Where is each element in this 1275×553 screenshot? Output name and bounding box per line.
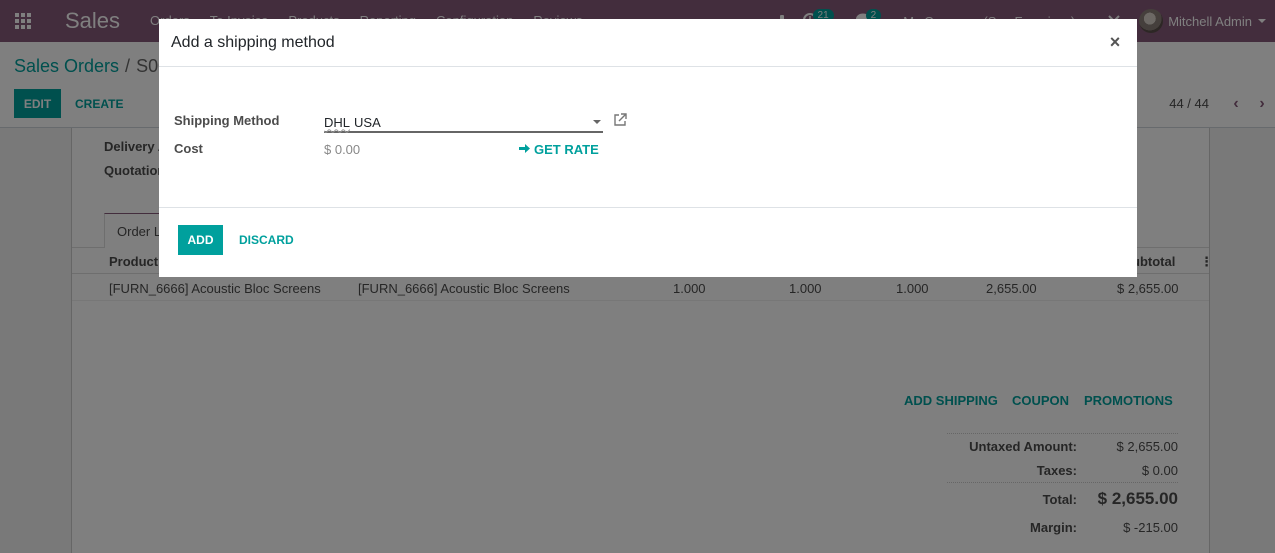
shipping-method-value-region: USA: [354, 114, 381, 130]
modal-title: Add a shipping method: [171, 33, 335, 51]
dropdown-caret-icon[interactable]: [593, 120, 601, 124]
close-icon[interactable]: ×: [1105, 32, 1125, 53]
modal-footer: ADD DISCARD: [159, 208, 1137, 276]
shipping-method-dialog: Add a shipping method × Shipping Method …: [159, 19, 1137, 277]
add-button[interactable]: ADD: [178, 225, 223, 255]
cost-value: $ 0.00: [324, 142, 361, 157]
modal-header: Add a shipping method ×: [159, 19, 1137, 67]
shipping-method-select[interactable]: DHL USA: [324, 111, 603, 133]
shipping-method-label: Shipping Method: [174, 113, 280, 128]
get-rate-label: GET RATE: [534, 142, 599, 157]
get-rate-button[interactable]: GET RATE: [519, 142, 599, 157]
modal-body: Shipping Method DHL USA Cost $ 0.00 GET …: [159, 67, 1137, 208]
discard-button[interactable]: DISCARD: [239, 225, 294, 255]
external-link-icon[interactable]: [613, 113, 627, 127]
shipping-method-value-carrier: DHL: [324, 114, 351, 130]
arrow-right-icon: [519, 142, 530, 157]
cost-label: Cost: [174, 141, 203, 156]
